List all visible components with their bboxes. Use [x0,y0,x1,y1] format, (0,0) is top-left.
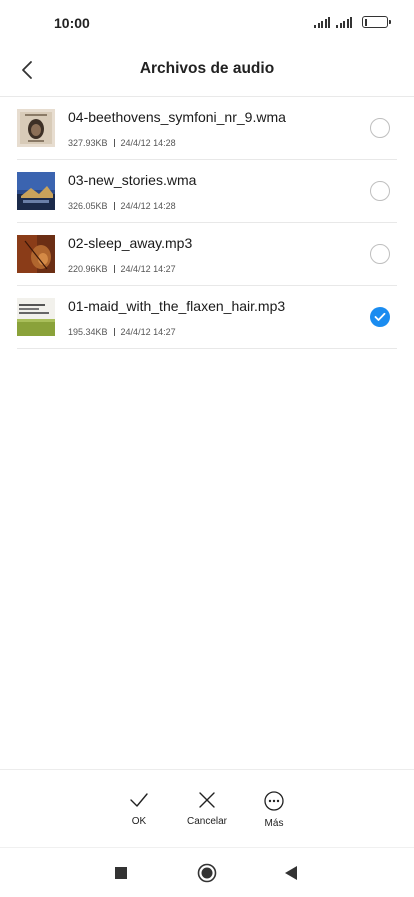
file-name: 01-maid_with_the_flaxen_hair.mp3 [68,298,286,314]
status-bar: 10:00 [0,0,414,46]
more-button[interactable]: Más [244,790,304,829]
album-art-thumbnail [17,109,55,147]
app-header: Archivos de audio [0,46,414,96]
file-name: 04-beethovens_symfoni_nr_9.wma [68,109,286,125]
file-meta: 326.05KB 24/4/12 14:28 [68,201,176,211]
meta-separator [113,139,115,147]
select-radio[interactable] [370,118,390,138]
signal-icon [314,16,330,28]
cancel-label: Cancelar [186,816,228,827]
cancel-button[interactable]: Cancelar [177,790,237,827]
file-meta: 195.34KB 24/4/12 14:27 [68,327,176,337]
nav-back-button[interactable] [280,862,302,884]
file-size: 326.05KB [68,201,108,211]
file-list-item[interactable]: 04-beethovens_symfoni_nr_9.wma 327.93KB … [17,97,397,160]
ok-button[interactable]: OK [109,790,169,827]
select-radio[interactable] [370,244,390,264]
more-icon [264,791,284,811]
file-date: 24/4/12 14:27 [120,264,176,274]
file-name: 02-sleep_away.mp3 [68,235,193,251]
meta-separator [113,202,115,210]
close-icon [199,792,215,808]
more-label: Más [264,818,284,829]
audio-file-list: 04-beethovens_symfoni_nr_9.wma 327.93KB … [17,97,397,349]
select-radio[interactable] [370,181,390,201]
bottom-action-bar: OK Cancelar Más [0,769,414,847]
album-art-thumbnail [17,172,55,210]
file-date: 24/4/12 14:27 [120,327,176,337]
status-icons [314,16,391,28]
battery-icon [362,16,391,28]
file-size: 195.34KB [68,327,108,337]
album-art-thumbnail [17,298,55,336]
status-time: 10:00 [54,15,90,31]
file-list-item[interactable]: 03-new_stories.wma 326.05KB 24/4/12 14:2… [17,160,397,223]
file-meta: 327.93KB 24/4/12 14:28 [68,138,176,148]
check-icon [130,793,148,807]
file-size: 327.93KB [68,138,108,148]
file-meta: 220.96KB 24/4/12 14:27 [68,264,176,274]
triangle-back-icon [285,866,297,880]
recents-button[interactable] [110,862,132,884]
file-date: 24/4/12 14:28 [120,138,176,148]
system-nav-bar [0,847,414,897]
check-icon [374,312,386,321]
square-icon [115,867,127,879]
album-art-thumbnail [17,235,55,273]
file-name: 03-new_stories.wma [68,172,197,188]
page-title: Archivos de audio [139,60,275,77]
file-list-item[interactable]: 01-maid_with_the_flaxen_hair.mp3 195.34K… [17,286,397,349]
file-list-item[interactable]: 02-sleep_away.mp3 220.96KB 24/4/12 14:27 [17,223,397,286]
signal-icon [336,16,352,28]
ok-label: OK [131,816,147,827]
meta-separator [113,265,115,273]
home-button[interactable] [196,862,218,884]
file-size: 220.96KB [68,264,108,274]
file-date: 24/4/12 14:28 [120,201,176,211]
meta-separator [113,328,115,336]
select-radio-checked[interactable] [370,307,390,327]
home-circle-icon [197,863,217,883]
